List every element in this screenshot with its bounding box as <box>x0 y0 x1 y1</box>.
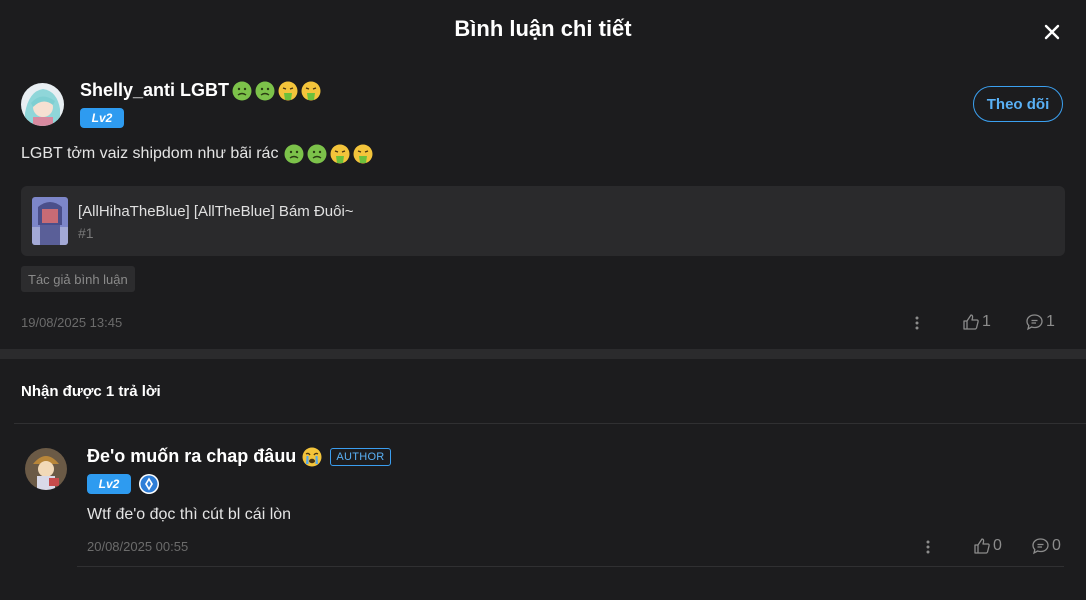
nauseated-face-icon <box>255 81 275 100</box>
comment-timestamp: 19/08/2025 13:45 <box>21 315 123 330</box>
thumbs-up-icon <box>974 538 990 554</box>
avatar[interactable] <box>25 448 67 490</box>
nauseated-face-icon <box>284 144 304 164</box>
reply-timestamp: 20/08/2025 00:55 <box>87 539 189 554</box>
vomiting-face-icon <box>278 81 298 100</box>
chapter-number: #1 <box>78 225 94 241</box>
reply-count: 0 <box>1052 537 1061 554</box>
like-count: 0 <box>993 537 1002 554</box>
dialog-header: Bình luận chi tiết <box>0 0 1086 62</box>
comment-text: LGBT tởm vaiz shipdom như bãi rác <box>21 144 373 164</box>
nauseated-face-icon <box>232 81 252 100</box>
level-badge: Lv2 <box>80 108 124 128</box>
chapter-link-card[interactable]: [AllHihaTheBlue] [AllTheBlue] Bám Đuôi~ … <box>21 186 1065 256</box>
reply-count: 1 <box>1046 313 1055 330</box>
more-options-icon[interactable] <box>913 314 923 332</box>
vomiting-face-icon <box>301 81 321 100</box>
username-text: Shelly_anti LGBT <box>80 80 230 100</box>
chapter-thumbnail <box>32 197 68 245</box>
comment-tag: Tác giả bình luận <box>21 266 135 292</box>
comment-username[interactable]: Shelly_anti LGBT <box>80 80 321 101</box>
chapter-title: [AllHihaTheBlue] [AllTheBlue] Bám Đuôi~ <box>78 203 354 220</box>
nauseated-face-icon <box>307 144 327 164</box>
comment-bubble-icon <box>1026 314 1043 331</box>
divider <box>14 423 1086 424</box>
divider <box>77 566 1064 567</box>
avatar[interactable] <box>21 83 64 126</box>
replies-count-heading: Nhận được 1 trả lời <box>21 383 161 400</box>
verified-badge-icon <box>138 473 160 495</box>
reply-text: Wtf đe'o đọc thì cút bl cái lòn <box>87 506 292 523</box>
crying-face-icon <box>302 447 322 466</box>
close-icon[interactable] <box>1038 18 1066 46</box>
reply-username[interactable]: Đe'o muốn ra chap đâuu AUTHOR <box>87 446 391 467</box>
vomiting-face-icon <box>353 144 373 164</box>
level-badge: Lv2 <box>87 474 131 494</box>
reply-username-text: Đe'o muốn ra chap đâuu <box>87 446 297 466</box>
section-divider <box>0 349 1086 359</box>
reply-button[interactable]: 1 <box>1025 313 1055 331</box>
reply-button[interactable]: 0 <box>1031 537 1061 555</box>
follow-button[interactable]: Theo dõi <box>973 86 1063 122</box>
like-button[interactable]: 1 <box>962 313 991 331</box>
author-badge: AUTHOR <box>330 447 391 466</box>
dialog-title: Bình luận chi tiết <box>454 16 632 41</box>
vomiting-face-icon <box>330 144 350 164</box>
thumbs-up-icon <box>963 314 979 330</box>
more-options-icon[interactable] <box>924 538 934 556</box>
like-button[interactable]: 0 <box>973 537 1002 555</box>
comment-text-content: LGBT tởm vaiz shipdom như bãi rác <box>21 145 279 162</box>
comment-bubble-icon <box>1032 538 1049 555</box>
like-count: 1 <box>982 313 991 330</box>
